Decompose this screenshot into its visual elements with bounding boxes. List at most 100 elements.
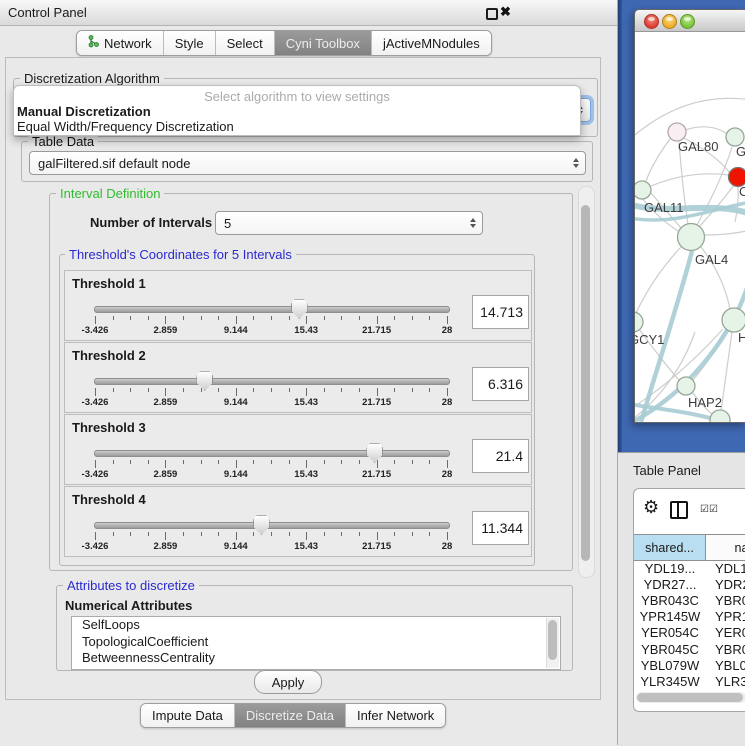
bottom-tab-infer-network[interactable]: Infer Network [345, 704, 445, 727]
threshold-label: Threshold 3 [72, 420, 146, 435]
bottom-tab-label: Infer Network [357, 708, 434, 723]
top-tab-bar: Network Style Select Cyni Toolbox jActiveMNo… [76, 30, 492, 56]
network-node-hap2[interactable] [677, 377, 695, 395]
split-columns-icon[interactable] [670, 501, 688, 519]
table-panel-title: Table Panel [633, 463, 701, 478]
interval-definition-label: Interval Definition [56, 186, 164, 201]
column-header-shared[interactable]: shared... [634, 535, 706, 560]
slider-track[interactable] [94, 450, 450, 457]
threshold-coordinates-label: Threshold's Coordinates for 5 Intervals [65, 247, 296, 262]
bottom-tab-bar: Impute Data Discretize Data Infer Network [140, 703, 446, 728]
bottom-tab-label: Discretize Data [246, 708, 334, 723]
network-edge [721, 332, 732, 411]
network-node-label: GCY1 [635, 332, 664, 347]
combo-stepper-icon [573, 152, 579, 174]
tab-style[interactable]: Style [163, 31, 215, 55]
threshold-value-field[interactable]: 6.316 [472, 367, 529, 401]
network-node[interactable] [710, 410, 730, 422]
table-row[interactable]: YBL079WYBL0 [634, 657, 745, 673]
table-row[interactable]: YDR27...YDR2 [634, 576, 745, 592]
attribute-item-topologicalcoefficient[interactable]: TopologicalCoefficient [72, 634, 560, 651]
network-node-gcy1[interactable] [635, 312, 643, 332]
panel-title: Control Panel [8, 5, 87, 20]
table-data-combo[interactable]: galFiltered.sif default node [29, 151, 586, 175]
cell-name: YDL1 [706, 561, 745, 576]
threshold-value-field[interactable]: 14.713 [472, 295, 529, 329]
slider-track[interactable] [94, 306, 450, 313]
slider-tick-labels: -3.4262.8599.14415.4321.71528 [95, 325, 447, 337]
algorithm-option-manual-discretization[interactable]: Manual Discretization [17, 104, 151, 119]
network-node-label: H [738, 330, 745, 345]
algorithm-option-equal-width-frequency-discretization[interactable]: Equal Width/Frequency Discretization [17, 119, 234, 134]
network-edge [636, 247, 681, 313]
slider-tick-labels: -3.4262.8599.14415.4321.71528 [95, 397, 447, 409]
network-node-gal4[interactable] [678, 224, 705, 251]
network-node-gal11[interactable] [635, 181, 651, 199]
close-traffic-icon[interactable] [644, 14, 659, 29]
cyni-toolbox-content: Discretization Algorithm Select algorith… [5, 57, 601, 700]
close-icon[interactable]: ✖ [500, 4, 511, 20]
float-window-icon[interactable] [486, 8, 498, 20]
network-graph: GAL80G.CGAL11GAL4GCY1HHAP2 [635, 32, 745, 422]
slider-track[interactable] [94, 378, 450, 385]
threshold-label: Threshold 2 [72, 348, 146, 363]
slider-ticks [95, 460, 447, 468]
cell-shared-name: YDR27... [634, 577, 706, 592]
tab-cyni-toolbox[interactable]: Cyni Toolbox [274, 31, 371, 55]
bottom-tab-impute-data[interactable]: Impute Data [141, 704, 234, 727]
table-row[interactable]: YPR145WYPR1 [634, 609, 745, 625]
table-rows: YDL19...YDL1YDR27...YDR2YBR043CYBR0YPR14… [634, 560, 745, 711]
table-row[interactable]: YER054CYER0 [634, 625, 745, 641]
network-icon [88, 35, 99, 51]
attributes-to-discretize-label: Attributes to discretize [63, 578, 199, 593]
gear-icon[interactable]: ⚙ [643, 497, 659, 518]
threshold-slider[interactable]: -3.4262.8599.14415.4321.71528 [94, 517, 448, 553]
network-window: GAL80G.CGAL11GAL4GCY1HHAP2 [634, 9, 745, 423]
network-canvas[interactable]: GAL80G.CGAL11GAL4GCY1HHAP2 [635, 32, 745, 422]
cell-name: YBR0 [706, 593, 745, 608]
network-node-label: G. [736, 144, 745, 159]
minimize-traffic-icon[interactable] [662, 14, 677, 29]
threshold-panel-4: Threshold 4 -3.4262.8599.14415.4321.71528… [64, 486, 532, 557]
attribute-item-betweennesscentrality[interactable]: BetweennessCentrality [72, 650, 560, 667]
tab-label: Style [175, 36, 204, 51]
bottom-tab-discretize-data[interactable]: Discretize Data [234, 704, 345, 727]
cell-name: YDR2 [706, 577, 745, 592]
tab-select[interactable]: Select [215, 31, 274, 55]
table-row[interactable]: YBR043CYBR0 [634, 592, 745, 608]
main-scrollbar[interactable] [578, 186, 595, 578]
zoom-traffic-icon[interactable] [680, 14, 695, 29]
threshold-value-field[interactable]: 21.4 [472, 439, 529, 473]
threshold-slider[interactable]: -3.4262.8599.14415.4321.71528 [94, 301, 448, 337]
network-edge [705, 230, 745, 235]
network-node-h[interactable] [722, 308, 745, 332]
algorithm-dropdown-popup: Select algorithm to view settings Manual… [13, 85, 581, 136]
threshold-slider[interactable]: -3.4262.8599.14415.4321.71528 [94, 445, 448, 481]
table-row[interactable]: YDL19...YDL1 [634, 560, 745, 576]
threshold-slider[interactable]: -3.4262.8599.14415.4321.71528 [94, 373, 448, 409]
column-header-na[interactable]: na [706, 535, 745, 560]
tab-label: Cyni Toolbox [286, 36, 360, 51]
threshold-value-field[interactable]: 11.344 [472, 511, 529, 545]
threshold-label: Threshold 4 [72, 492, 146, 507]
table-panel: ⚙ ☑☑ shared...na YDL19...YDL1YDR27...YDR… [633, 488, 745, 712]
tab-jactivemnodules[interactable]: jActiveMNodules [371, 31, 491, 55]
attribute-item-selfloops[interactable]: SelfLoops [72, 617, 560, 634]
cell-shared-name: YPR145W [634, 609, 706, 624]
numerical-attributes-list[interactable]: SelfLoopsTopologicalCoefficientBetweenne… [71, 616, 561, 670]
cell-name: YBL0 [706, 658, 745, 673]
table-horizontal-scrollbar[interactable] [636, 692, 745, 703]
slider-track[interactable] [94, 522, 450, 529]
apply-button[interactable]: Apply [254, 670, 322, 694]
attributes-scrollbar[interactable] [546, 618, 559, 668]
select-columns-icon[interactable]: ☑☑ [700, 504, 718, 515]
slider-tick-labels: -3.4262.8599.14415.4321.71528 [95, 541, 447, 553]
table-row[interactable]: YLR345WYLR3 [634, 673, 745, 689]
network-node-label: GAL80 [678, 139, 718, 154]
tab-network[interactable]: Network [77, 31, 163, 55]
slider-ticks [95, 532, 447, 540]
number-of-intervals-combo[interactable]: 5 [215, 211, 483, 235]
table-row[interactable]: YBR045CYBR0 [634, 641, 745, 657]
algorithm-placeholder: Select algorithm to view settings [14, 89, 580, 104]
network-window-titlebar[interactable] [635, 10, 745, 32]
